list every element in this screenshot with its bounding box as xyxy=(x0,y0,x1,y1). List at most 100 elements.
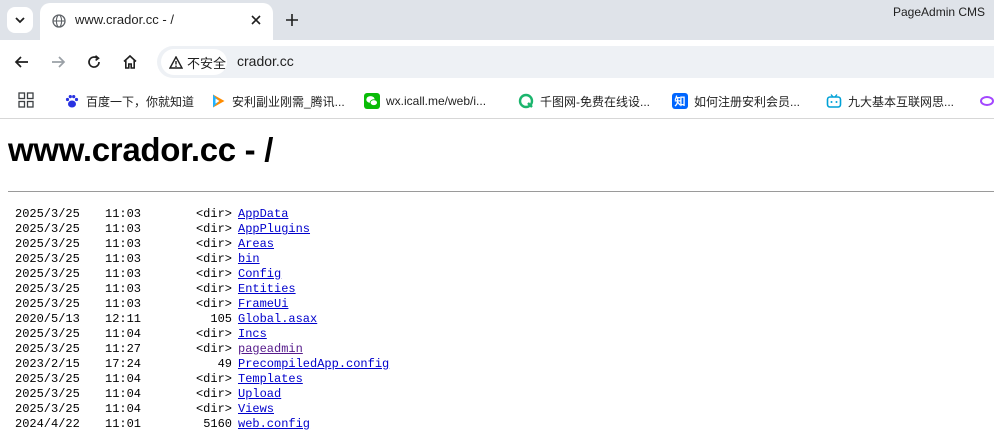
entry-date: 2024/4/22 xyxy=(15,417,80,431)
bookmark-label: 如何注册安利会员... xyxy=(694,94,801,109)
bookmark-label: 百度一下，你就知道 xyxy=(86,94,195,109)
reload-icon xyxy=(88,55,100,68)
active-tab[interactable]: www.crador.cc - / xyxy=(40,3,273,40)
entry-date: 2025/3/25 xyxy=(15,252,80,266)
entry-date: 2025/3/25 xyxy=(15,267,80,281)
bookmark-item[interactable]: 千图网-免费在线设... xyxy=(518,92,650,110)
bookmarks-bar: 百度一下，你就知道 安利副业刚需_腾讯... wx.icall.me/web/i… xyxy=(0,84,994,119)
bookmark-item[interactable]: 知 如何注册安利会员... xyxy=(672,92,800,110)
entry-link[interactable]: Views xyxy=(238,402,274,417)
warning-icon xyxy=(169,55,183,69)
entry-date: 2025/3/25 xyxy=(15,222,80,236)
entry-time: 11:27 xyxy=(105,342,142,356)
entry-date: 2025/3/25 xyxy=(15,342,80,356)
new-tab-button[interactable] xyxy=(282,10,302,30)
entry-link[interactable]: Upload xyxy=(238,387,281,402)
navigation-toolbar: 不安全 crador.cc xyxy=(0,40,994,84)
bilibili-tv-icon xyxy=(826,93,842,109)
entry-date: 2025/3/25 xyxy=(15,207,80,221)
entry-time: 17:24 xyxy=(105,357,142,371)
entry-time: 11:01 xyxy=(105,417,142,431)
chevron-down-icon xyxy=(15,17,25,24)
entry-time: 11:04 xyxy=(105,402,142,416)
entry-time: 11:03 xyxy=(105,282,142,296)
more-bookmarks-icon[interactable] xyxy=(980,93,994,109)
address-bar[interactable]: 不安全 crador.cc xyxy=(157,46,994,78)
entry-size: <dir> xyxy=(195,267,232,281)
entry-link[interactable]: Areas xyxy=(238,237,274,252)
tab-strip: www.crador.cc - / PageAdmin CMS xyxy=(0,0,994,40)
entry-size: <dir> xyxy=(195,222,232,236)
entry-link[interactable]: FrameUi xyxy=(238,297,288,312)
entry-link[interactable]: bin xyxy=(238,252,260,267)
arrow-right-icon xyxy=(52,56,66,68)
globe-icon xyxy=(52,14,66,28)
plus-icon xyxy=(286,14,298,26)
bookmark-label: 千图网-免费在线设... xyxy=(540,94,650,109)
bookmark-label: 安利副业刚需_腾讯... xyxy=(232,94,345,109)
entry-size: <dir> xyxy=(195,372,232,386)
bookmark-item[interactable]: 九大基本互联网思... xyxy=(826,92,954,110)
reload-button[interactable] xyxy=(82,50,106,74)
page-title: www.crador.cc - / xyxy=(8,131,274,168)
entry-time: 11:03 xyxy=(105,267,142,281)
close-icon xyxy=(251,15,261,25)
bookmark-label: wx.icall.me/web/i... xyxy=(386,94,487,108)
apps-grid-icon[interactable] xyxy=(18,92,34,108)
bookmark-item[interactable]: wx.icall.me/web/i... xyxy=(364,92,486,110)
entry-link[interactable]: AppData xyxy=(238,207,288,222)
entry-time: 11:04 xyxy=(105,327,142,341)
back-button[interactable] xyxy=(10,50,34,74)
entry-size: 5160 xyxy=(203,417,232,431)
entry-size: 105 xyxy=(210,312,232,326)
entry-time: 11:03 xyxy=(105,252,142,266)
baidu-paw-icon xyxy=(64,93,80,109)
window-badge: PageAdmin CMS xyxy=(893,5,986,19)
entry-link[interactable]: PrecompiledApp.config xyxy=(238,357,389,372)
tab-title: www.crador.cc - / xyxy=(75,12,174,27)
entry-size: <dir> xyxy=(195,237,232,251)
entry-link[interactable]: Config xyxy=(238,267,281,282)
entry-size: <dir> xyxy=(195,297,232,311)
arrow-left-icon xyxy=(14,56,28,68)
page-content: www.crador.cc - / 2025/3/25 11:03 <dir> … xyxy=(0,119,994,436)
qiantu-icon xyxy=(518,93,534,109)
entry-link[interactable]: Global.asax xyxy=(238,312,317,327)
entry-time: 11:04 xyxy=(105,387,142,401)
entry-time: 11:03 xyxy=(105,222,142,236)
entry-time: 11:03 xyxy=(105,237,142,251)
home-button[interactable] xyxy=(118,50,142,74)
entry-date: 2025/3/25 xyxy=(15,387,80,401)
entry-link[interactable]: Templates xyxy=(238,372,303,387)
entry-size: <dir> xyxy=(195,282,232,296)
divider xyxy=(8,191,994,192)
entry-size: <dir> xyxy=(195,327,232,341)
forward-button[interactable] xyxy=(46,50,70,74)
security-indicator[interactable]: 不安全 xyxy=(161,49,227,75)
entry-size: <dir> xyxy=(195,387,232,401)
wechat-icon xyxy=(364,93,380,109)
security-label: 不安全 xyxy=(187,55,227,71)
tencent-video-icon xyxy=(210,93,226,109)
entry-size: 49 xyxy=(217,357,232,371)
tab-close-button[interactable] xyxy=(247,11,265,29)
entry-link[interactable]: AppPlugins xyxy=(238,222,310,237)
tab-search-button[interactable] xyxy=(7,7,33,33)
entry-link[interactable]: pageadmin xyxy=(238,342,303,357)
entry-date: 2025/3/25 xyxy=(15,372,80,386)
bookmark-item[interactable]: 安利副业刚需_腾讯... xyxy=(210,92,345,110)
entry-time: 12:11 xyxy=(105,312,142,326)
bookmark-label: 九大基本互联网思... xyxy=(848,94,955,109)
entry-date: 2025/3/25 xyxy=(15,237,80,251)
home-icon xyxy=(123,54,137,69)
url-text[interactable]: crador.cc xyxy=(237,53,294,69)
entry-size: <dir> xyxy=(195,252,232,266)
entry-date: 2023/2/15 xyxy=(15,357,80,371)
entry-date: 2025/3/25 xyxy=(15,297,80,311)
bookmark-item[interactable]: 百度一下，你就知道 xyxy=(64,92,194,110)
entry-date: 2025/3/25 xyxy=(15,282,80,296)
entry-link[interactable]: Incs xyxy=(238,327,267,342)
entry-link[interactable]: web.config xyxy=(238,417,310,432)
entry-size: <dir> xyxy=(195,207,232,221)
entry-link[interactable]: Entities xyxy=(238,282,296,297)
